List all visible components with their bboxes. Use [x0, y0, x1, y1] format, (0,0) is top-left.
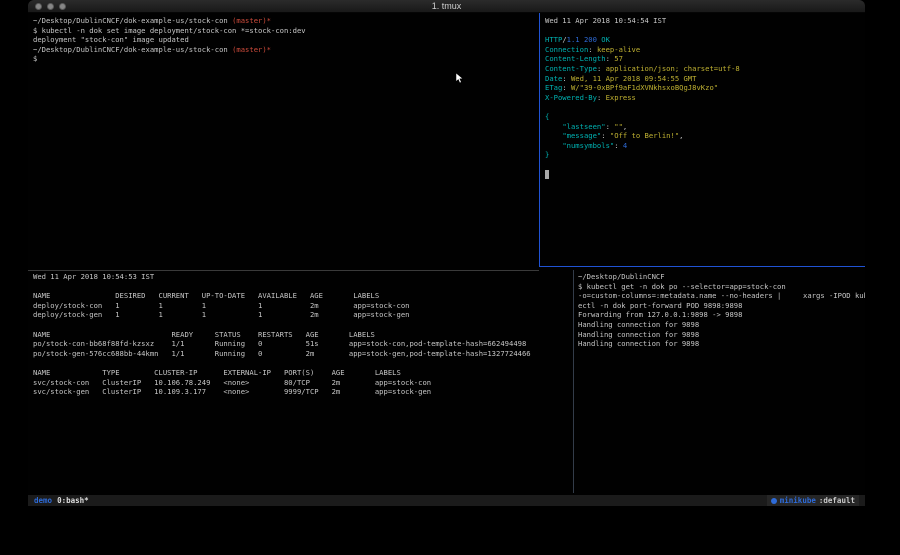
terminal-line: svc/stock-con ClusterIP 10.106.78.249 <n… [33, 378, 569, 388]
terminal-line: po/stock-con-bb68f88fd-kzsxz 1/1 Running… [33, 339, 569, 349]
kube-context: minikube [780, 496, 816, 505]
terminal-line: Date: Wed, 11 Apr 2018 09:54:55 GMT [545, 74, 865, 84]
pane-border-horizontal-left[interactable] [28, 270, 539, 271]
pane-border-vertical-top[interactable] [539, 13, 540, 267]
pane-border-vertical-bottom[interactable] [573, 270, 574, 493]
terminal-line: deployment "stock-con" image updated [33, 35, 538, 45]
terminal-line [33, 358, 569, 368]
mouse-cursor [455, 72, 464, 85]
terminal-line: Content-Type: application/json; charset=… [545, 64, 865, 74]
terminal-line: ~/Desktop/DublinCNCF/dok-example-us/stoc… [33, 45, 538, 55]
desktop-background: 1. tmux ~/Desktop/DublinCNCF/dok-example… [0, 0, 900, 555]
window-list-item[interactable]: 0:bash* [57, 496, 89, 505]
pane-border-horizontal-right[interactable] [539, 266, 865, 267]
terminal-line: X-Powered-By: Express [545, 93, 865, 103]
terminal-line: Wed 11 Apr 2018 10:54:53 IST [33, 272, 569, 282]
terminal-line: "message": "Off to Berlin!", [545, 131, 865, 141]
terminal-line: $ kubectl get -n dok po --selector=app=s… [578, 282, 865, 292]
terminal-line: HTTP/1.1 200 OK [545, 35, 865, 45]
minimize-button[interactable] [47, 3, 54, 10]
terminal-line: NAME DESIRED CURRENT UP-TO-DATE AVAILABL… [33, 291, 569, 301]
terminal-line: "lastseen": "", [545, 122, 865, 132]
pane-bottom-left-kubectl-get[interactable]: Wed 11 Apr 2018 10:54:53 IST NAME DESIRE… [33, 272, 569, 495]
terminal-line: ~/Desktop/DublinCNCF [578, 272, 865, 282]
terminal-line [33, 282, 569, 292]
terminal-line: ectl -n dok port-forward POD 9898:9898 [578, 301, 865, 311]
terminal-line: Forwarding from 127.0.0.1:9898 -> 9898 [578, 310, 865, 320]
terminal-line: $ kubectl -n dok set image deployment/st… [33, 26, 538, 36]
kube-namespace: :default [819, 496, 855, 505]
terminal-line: NAME TYPE CLUSTER-IP EXTERNAL-IP PORT(S)… [33, 368, 569, 378]
terminal-line: Connection: keep-alive [545, 45, 865, 55]
close-button[interactable] [35, 3, 42, 10]
pane-top-left-shell[interactable]: ~/Desktop/DublinCNCF/dok-example-us/stoc… [33, 16, 538, 266]
zoom-button[interactable] [59, 3, 66, 10]
terminal-line: Handling connection for 9898 [578, 330, 865, 340]
terminal-line: ETag: W/"39-0xBPf9aF1dXVNkhsxoBQgJ8vKzo" [545, 83, 865, 93]
terminal-line: Handling connection for 9898 [578, 320, 865, 330]
terminal-line [545, 160, 865, 170]
terminal-line: } [545, 150, 865, 160]
terminal-line: Wed 11 Apr 2018 10:54:54 IST [545, 16, 865, 26]
terminal-line: -o=custom-columns=:metadata.name --no-he… [578, 291, 865, 301]
terminal-line: ~/Desktop/DublinCNCF/dok-example-us/stoc… [33, 16, 538, 26]
terminal-line [33, 320, 569, 330]
session-name[interactable]: demo [34, 496, 52, 505]
tmux-terminal: ~/Desktop/DublinCNCF/dok-example-us/stoc… [28, 13, 865, 495]
window-titlebar[interactable]: 1. tmux [28, 0, 865, 13]
terminal-window: 1. tmux ~/Desktop/DublinCNCF/dok-example… [28, 0, 865, 506]
traffic-lights [35, 3, 66, 10]
terminal-line: NAME READY STATUS RESTARTS AGE LABELS [33, 330, 569, 340]
window-title: 1. tmux [432, 0, 462, 13]
terminal-line: { [545, 112, 865, 122]
kubernetes-icon [771, 498, 777, 504]
terminal-line: deploy/stock-con 1 1 1 1 2m app=stock-co… [33, 301, 569, 311]
terminal-line: Content-Length: 57 [545, 54, 865, 64]
pane-top-right-http-response[interactable]: Wed 11 Apr 2018 10:54:54 IST HTTP/1.1 20… [545, 16, 865, 266]
terminal-line: deploy/stock-gen 1 1 1 1 2m app=stock-ge… [33, 310, 569, 320]
tmux-status-bar: demo 0:bash* minikube :default [28, 495, 865, 506]
terminal-line [545, 170, 865, 180]
terminal-line [545, 26, 865, 36]
terminal-line [545, 102, 865, 112]
kube-status: minikube :default [767, 495, 859, 506]
pane-bottom-right-port-forward[interactable]: ~/Desktop/DublinCNCF$ kubectl get -n dok… [578, 272, 865, 495]
terminal-line: Handling connection for 9898 [578, 339, 865, 349]
terminal-line: po/stock-gen-576cc688bb-44kmn 1/1 Runnin… [33, 349, 569, 359]
terminal-line: $ [33, 54, 538, 64]
terminal-line: svc/stock-gen ClusterIP 10.109.3.177 <no… [33, 387, 569, 397]
terminal-line: "numsymbols": 4 [545, 141, 865, 151]
